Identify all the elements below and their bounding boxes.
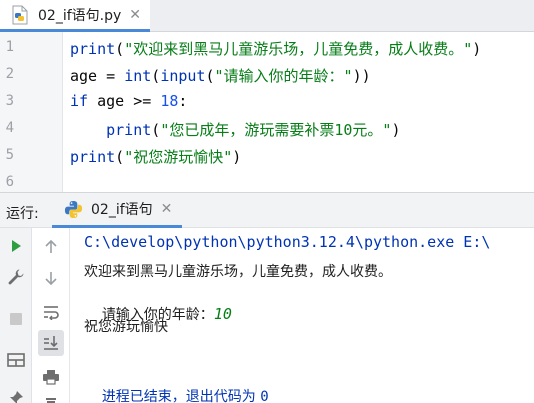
python-logo-icon (64, 200, 83, 218)
run-tab-02-if[interactable]: 02_if语句 ✕ (52, 193, 182, 228)
arrow-up-icon (45, 239, 57, 253)
scroll-down-button[interactable] (38, 265, 64, 291)
scroll-to-end-button[interactable] (38, 330, 64, 356)
console-exit-code: 0 (260, 389, 269, 403)
code-token: )) (352, 67, 371, 85)
wrench-icon (8, 269, 24, 285)
run-toolbar-primary (0, 228, 32, 403)
editor-tab-title: 02_if语句.py (38, 7, 122, 24)
line-number: 5 (5, 147, 14, 163)
print-button[interactable] (38, 364, 64, 390)
code-token: ) (391, 121, 401, 139)
code-token: ( (151, 67, 161, 85)
code-token: age = (70, 67, 125, 85)
code-line[interactable]: 6 (0, 170, 534, 192)
console-user-input: 10 (213, 305, 232, 323)
code-token: age >= (88, 92, 161, 110)
rerun-button[interactable] (3, 233, 29, 259)
editor-tab-02-if[interactable]: 02_if语句.py ✕ (0, 0, 150, 32)
code-token: if (70, 92, 89, 110)
code-token: ( (151, 121, 161, 139)
stop-icon (10, 313, 22, 325)
run-panel-header: 运行: 02_if语句 ✕ (0, 192, 534, 228)
code-token: "欢迎来到黑马儿童游乐场，儿童免费，成人收费。" (124, 40, 473, 58)
console-exit-text: 进程已结束，退出代码为 (101, 389, 261, 403)
run-toolbar-secondary (32, 228, 70, 403)
run-tab-title: 02_if语句 (91, 202, 153, 218)
code-text: print("祝您游玩愉快") (70, 146, 241, 167)
code-token: ) (232, 148, 242, 166)
code-token: print (70, 40, 116, 58)
code-token: int (124, 67, 152, 85)
console-exit-line: 进程已结束，退出代码为 0 (84, 370, 269, 403)
run-console[interactable]: C:\develop\python\python3.12.4\python.ex… (70, 228, 534, 403)
code-token: "祝您游玩愉快" (124, 148, 233, 166)
code-line[interactable]: 3 if age >= 18: (0, 89, 534, 116)
run-panel-label: 运行: (6, 206, 39, 222)
code-line[interactable]: 5 print("祝您游玩愉快") (0, 143, 534, 170)
play-icon (12, 240, 21, 252)
code-text: print("您已成年，游玩需要补票10元。") (70, 119, 400, 140)
code-text: print("欢迎来到黑马儿童游乐场，儿童免费，成人收费。") (70, 38, 481, 59)
close-icon[interactable]: ✕ (129, 8, 141, 22)
code-line[interactable]: 4 print("您已成年，游玩需要补票10元。") (0, 116, 534, 143)
code-editor[interactable]: 1 print("欢迎来到黑马儿童游乐场，儿童免费，成人收费。") 2 age = i… (0, 32, 534, 192)
code-token: "请输入你的年龄：" (214, 67, 353, 85)
pin-icon (10, 391, 23, 403)
line-number: 6 (5, 174, 14, 190)
code-token: print (106, 121, 152, 139)
code-token: ( (205, 67, 215, 85)
arrow-down-icon (45, 272, 57, 286)
line-number: 3 (5, 93, 14, 109)
soft-wrap-button[interactable] (38, 299, 64, 325)
code-line[interactable]: 1 print("欢迎来到黑马儿童游乐场，儿童免费，成人收费。") (0, 35, 534, 62)
code-token: 18 (160, 92, 179, 110)
printer-icon (43, 370, 59, 385)
code-text: age = int(input("请输入你的年龄：")) (70, 65, 371, 86)
code-token: print (70, 148, 116, 166)
editor-tab-bar: 02_if语句.py ✕ (0, 0, 534, 32)
edit-configuration-button[interactable] (3, 264, 29, 290)
code-line[interactable]: 2 age = int(input("请输入你的年龄：")) (0, 62, 534, 89)
console-command-line: C:\develop\python\python3.12.4\python.ex… (84, 233, 491, 251)
scroll-up-button[interactable] (38, 234, 64, 260)
line-number: 1 (5, 39, 14, 55)
pin-button[interactable] (3, 385, 29, 403)
stop-button[interactable] (3, 306, 29, 332)
code-token: : (178, 92, 188, 110)
code-token: ( (115, 148, 125, 166)
code-token: ( (115, 40, 125, 58)
line-number: 4 (5, 120, 14, 136)
close-icon[interactable]: ✕ (161, 201, 173, 217)
code-text: if age >= 18: (70, 92, 187, 110)
python-file-icon (12, 5, 28, 24)
trash-icon (46, 398, 56, 403)
code-token: ) (472, 40, 482, 58)
code-token: "您已成年，游玩需要补票10元。" (160, 121, 392, 139)
console-output-line: 欢迎来到黑马儿童游乐场，儿童免费，成人收费。 (84, 264, 392, 280)
clear-all-button[interactable] (38, 391, 64, 403)
layout-icon (7, 353, 25, 367)
soft-wrap-icon (44, 306, 59, 320)
layout-button[interactable] (3, 347, 29, 373)
scroll-to-end-icon (44, 336, 58, 350)
code-token: input (160, 67, 206, 85)
line-number: 2 (5, 66, 14, 82)
console-output-line: 祝您游玩愉快 (84, 319, 168, 335)
